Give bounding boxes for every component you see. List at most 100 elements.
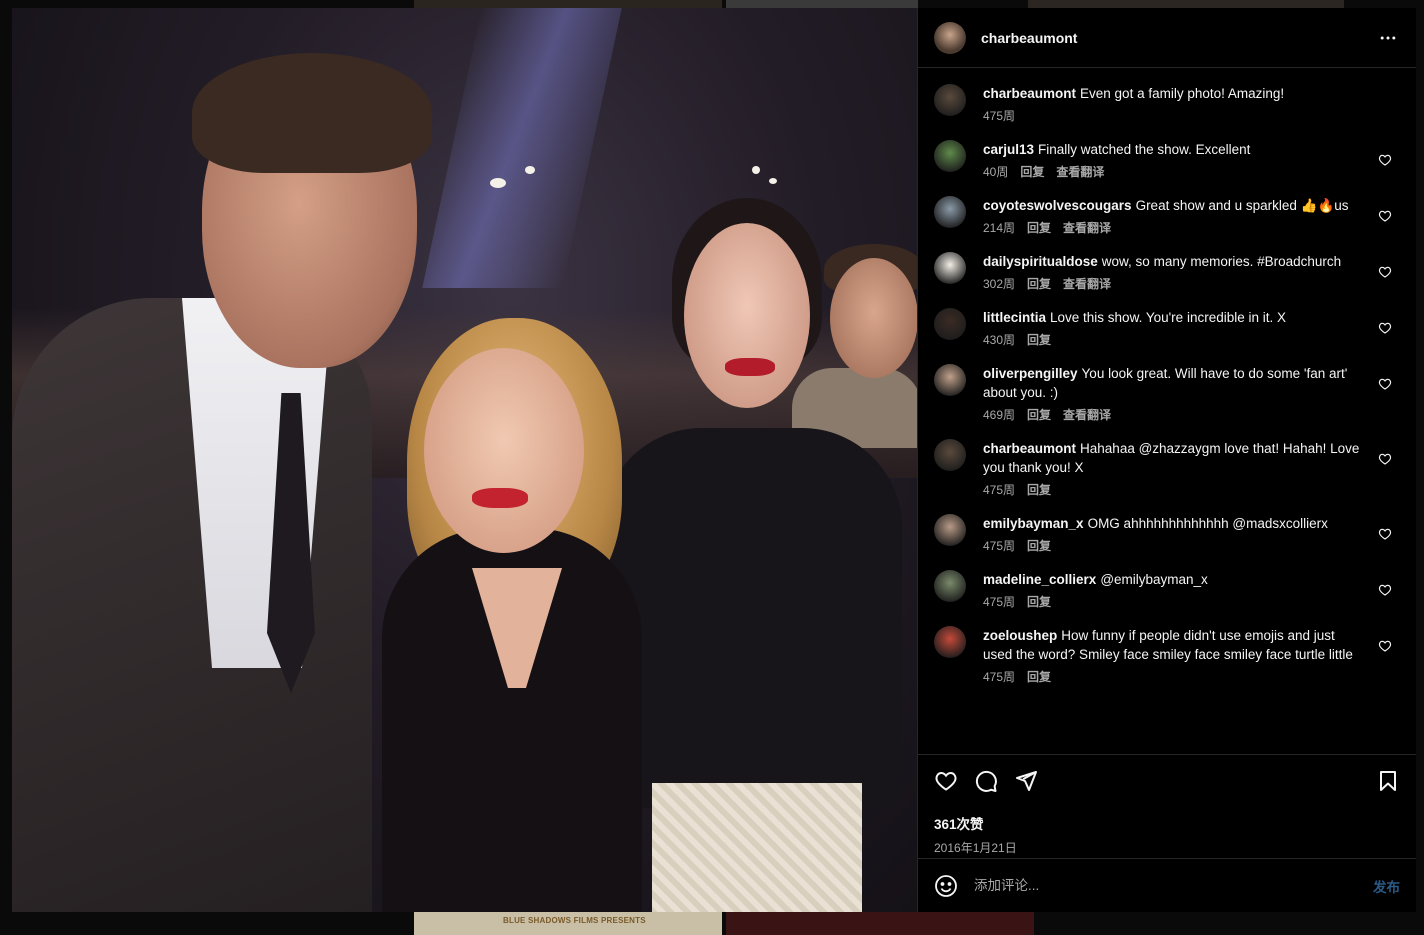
comment-time[interactable]: 430周	[983, 331, 1015, 348]
stage-light-beam	[422, 8, 622, 288]
comment-body: coyoteswolvescougars Great show and u spa…	[983, 196, 1400, 236]
comment-text: carjul13 Finally watched the show. Excell…	[983, 140, 1360, 159]
comment-text: zoeloushep How funny if people didn't use…	[983, 626, 1360, 664]
commenter-avatar[interactable]	[934, 626, 966, 658]
commenter-username[interactable]: dailyspiritualdose	[983, 254, 1098, 269]
commenter-username[interactable]: oliverpengilley	[983, 366, 1078, 381]
comment-text: coyoteswolvescougars Great show and u spa…	[983, 196, 1360, 215]
comment-item: madeline_collierx @emilybayman_x 475周 回复	[934, 570, 1400, 610]
commenter-username[interactable]: carjul13	[983, 142, 1034, 157]
heart-icon[interactable]	[934, 769, 958, 793]
comment-text: madeline_collierx @emilybayman_x	[983, 570, 1360, 589]
comment-message: wow, so many memories. #Broadchurch	[1101, 254, 1342, 269]
comment-text: dailyspiritualdose wow, so many memories.…	[983, 252, 1360, 271]
comment-time[interactable]: 302周	[983, 275, 1015, 292]
post-date: 2016年1月21日	[934, 841, 1017, 855]
see-translation-button[interactable]: 查看翻译	[1056, 163, 1104, 180]
reply-button[interactable]: 回复	[1027, 668, 1051, 685]
comment-message: @emilybayman_x	[1100, 572, 1208, 587]
bookmark-icon[interactable]	[1376, 769, 1400, 793]
commenter-username[interactable]: coyoteswolvescougars	[983, 198, 1132, 213]
backdrop-tile-text: BLUE SHADOWS FILMS PRESENTS	[503, 916, 646, 925]
comment-body: madeline_collierx @emilybayman_x 475周 回复	[983, 570, 1400, 610]
comment-time[interactable]: 475周	[983, 668, 1015, 685]
author-avatar[interactable]	[934, 21, 966, 54]
post-photo[interactable]	[12, 8, 917, 912]
comment-message: Love this show. You're incredible in it.…	[1050, 310, 1286, 325]
like-comment-heart-icon[interactable]	[1378, 209, 1392, 223]
comment-meta: 475周	[983, 107, 1360, 124]
comment-time[interactable]: 475周	[983, 593, 1015, 610]
reply-button[interactable]: 回复	[1027, 406, 1051, 423]
like-comment-heart-icon[interactable]	[1378, 153, 1392, 167]
see-translation-button[interactable]: 查看翻译	[1063, 406, 1111, 423]
comment-list[interactable]: charbeaumont Even got a family photo! Ama…	[918, 68, 1416, 754]
comment-time[interactable]: 40周	[983, 163, 1008, 180]
reply-button[interactable]: 回复	[1027, 593, 1051, 610]
commenter-username[interactable]: charbeaumont	[983, 441, 1076, 456]
comment-meta: 475周 回复	[983, 481, 1360, 498]
send-icon[interactable]	[1014, 769, 1038, 793]
commenter-avatar[interactable]	[934, 140, 966, 172]
comment-time[interactable]: 469周	[983, 406, 1015, 423]
ceiling-light	[525, 166, 535, 174]
comment-meta: 475周 回复	[983, 593, 1360, 610]
comment-icon[interactable]	[974, 769, 998, 793]
post-comment-button[interactable]: 发布	[1373, 876, 1400, 896]
like-comment-heart-icon[interactable]	[1378, 452, 1392, 466]
like-comment-heart-icon[interactable]	[1378, 527, 1392, 541]
background-man-head	[830, 258, 917, 378]
post-actions: 361次赞 2016年1月21日	[918, 754, 1416, 858]
comment-meta: 302周 回复 查看翻译	[983, 275, 1360, 292]
reply-button[interactable]: 回复	[1027, 331, 1051, 348]
ceiling-light	[490, 178, 506, 188]
like-comment-heart-icon[interactable]	[1378, 639, 1392, 653]
commenter-username[interactable]: madeline_collierx	[983, 572, 1096, 587]
commenter-avatar[interactable]	[934, 514, 966, 546]
comment-body: emilybayman_x OMG ahhhhhhhhhhhhh @madsxco…	[983, 514, 1400, 554]
commenter-avatar[interactable]	[934, 84, 966, 116]
commenter-username[interactable]: charbeaumont	[983, 86, 1076, 101]
commenter-avatar[interactable]	[934, 439, 966, 471]
commenter-username[interactable]: zoeloushep	[983, 628, 1057, 643]
comment-text: littlecintia Love this show. You're incre…	[983, 308, 1360, 327]
comment-body: dailyspiritualdose wow, so many memories.…	[983, 252, 1400, 292]
comment-meta: 469周 回复 查看翻译	[983, 406, 1360, 423]
reply-button[interactable]: 回复	[1027, 481, 1051, 498]
commenter-avatar[interactable]	[934, 196, 966, 228]
reply-button[interactable]: 回复	[1027, 219, 1051, 236]
see-translation-button[interactable]: 查看翻译	[1063, 275, 1111, 292]
like-count[interactable]: 361次赞	[934, 813, 1400, 833]
see-translation-button[interactable]: 查看翻译	[1063, 219, 1111, 236]
reply-button[interactable]: 回复	[1020, 163, 1044, 180]
more-options-icon[interactable]	[1376, 26, 1400, 50]
comment-body: charbeaumont Even got a family photo! Ama…	[983, 84, 1400, 124]
reply-button[interactable]: 回复	[1027, 537, 1051, 554]
commenter-avatar[interactable]	[934, 308, 966, 340]
reply-button[interactable]: 回复	[1027, 275, 1051, 292]
comment-time[interactable]: 475周	[983, 107, 1015, 124]
comment-time[interactable]: 214周	[983, 219, 1015, 236]
commenter-username[interactable]: littlecintia	[983, 310, 1046, 325]
post-side-panel: charbeaumont charbeaumont Even got a fami…	[917, 8, 1416, 912]
woman-right-top	[602, 428, 902, 808]
comment-item: coyoteswolvescougars Great show and u spa…	[934, 196, 1400, 236]
comment-item: littlecintia Love this show. You're incre…	[934, 308, 1400, 348]
author-username[interactable]: charbeaumont	[981, 30, 1077, 46]
comment-input[interactable]	[974, 878, 1373, 893]
comment-body: littlecintia Love this show. You're incre…	[983, 308, 1400, 348]
commenter-avatar[interactable]	[934, 364, 966, 396]
woman-right-smile	[725, 358, 775, 376]
like-comment-heart-icon[interactable]	[1378, 265, 1392, 279]
comment-time[interactable]: 475周	[983, 481, 1015, 498]
comment-item: charbeaumont Even got a family photo! Ama…	[934, 84, 1400, 124]
commenter-avatar[interactable]	[934, 252, 966, 284]
like-comment-heart-icon[interactable]	[1378, 583, 1392, 597]
commenter-avatar[interactable]	[934, 570, 966, 602]
emoji-icon[interactable]	[934, 874, 958, 898]
like-comment-heart-icon[interactable]	[1378, 377, 1392, 391]
commenter-username[interactable]: emilybayman_x	[983, 516, 1084, 531]
comment-message: Great show and u sparkled 👍🔥us	[1135, 198, 1349, 213]
like-comment-heart-icon[interactable]	[1378, 321, 1392, 335]
comment-time[interactable]: 475周	[983, 537, 1015, 554]
